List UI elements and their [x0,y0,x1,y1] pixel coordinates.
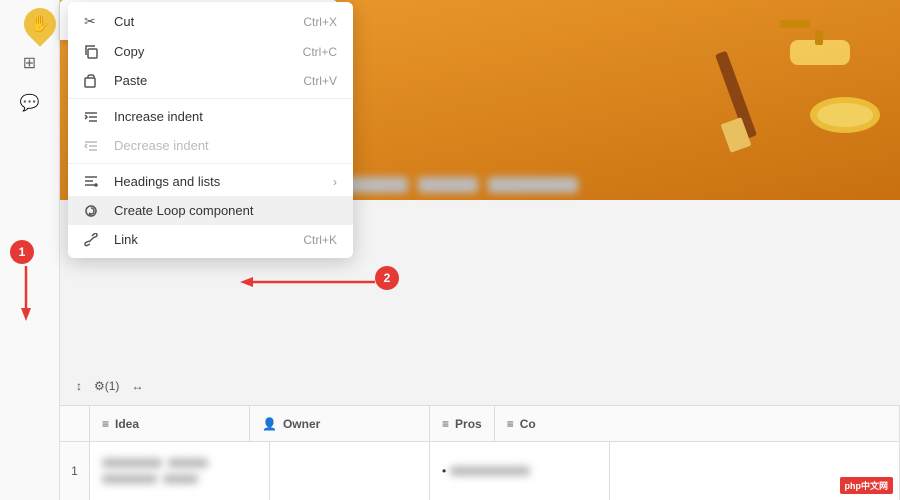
table-header: ≡ Idea 👤 Owner ≡ Pros ≡ Co [60,406,900,442]
menu-divider-2 [68,163,353,164]
menu-item-copy[interactable]: Copy Ctrl+C [68,37,353,66]
link-icon [84,233,104,247]
paste-shortcut: Ctrl+V [303,74,337,88]
idea-blur-1 [102,458,162,468]
headings-label: Headings and lists [114,174,333,189]
sort-icon: ↕ [76,379,82,393]
col-header-owner: 👤 Owner [250,406,430,441]
blurred-word-5 [488,177,578,193]
copy-shortcut: Ctrl+C [303,45,337,59]
menu-item-increase-indent[interactable]: Increase indent [68,102,353,131]
idea-col-icon: ≡ [102,417,109,431]
col-header-idea: ≡ Idea [90,406,250,441]
create-loop-label: Create Loop component [114,203,337,218]
filter-tool[interactable]: ⚙(1) [94,379,119,393]
cell-co[interactable]: php中文网 [610,442,900,500]
idea-blur-4 [163,474,198,484]
co-col-icon: ≡ [507,417,514,431]
filter-icon: ⚙(1) [94,379,119,393]
idea-blur-3 [102,474,157,484]
link-label: Link [114,232,303,247]
loop-icon [84,204,104,218]
pros-blur [450,466,530,476]
col-header-pros: ≡ Pros [430,406,495,441]
paste-icon [84,74,104,88]
owner-col-icon: 👤 [262,417,277,431]
context-menu: ✂ Cut Ctrl+X Copy Ctrl+C Paste Ctrl+V [68,2,353,258]
resize-tool[interactable]: ↔ [131,379,143,393]
pros-col-icon: ≡ [442,417,449,431]
blurred-word-4 [418,177,478,193]
row-number-1: 1 [60,442,90,500]
sidebar-chat-icon[interactable]: 💬 [12,85,48,121]
annotation-1-arrow [16,266,36,326]
copy-icon [84,45,104,59]
resize-icon: ↔ [131,379,143,393]
owner-col-label: Owner [283,417,320,431]
idea-blur-2 [168,458,208,468]
decrease-indent-label: Decrease indent [114,138,337,153]
idea-col-label: Idea [115,417,139,431]
menu-item-create-loop[interactable]: Create Loop component [68,196,353,225]
php-logo: php中文网 [840,477,894,494]
menu-item-decrease-indent[interactable]: Decrease indent [68,131,353,160]
menu-item-cut[interactable]: ✂ Cut Ctrl+X [68,6,353,37]
cut-shortcut: Ctrl+X [303,15,337,29]
table-area: ≡ Idea 👤 Owner ≡ Pros ≡ Co 1 [60,405,900,500]
menu-item-link[interactable]: Link Ctrl+K [68,225,353,254]
paste-label: Paste [114,73,303,88]
cut-label: Cut [114,14,303,29]
annotation-2-arrow [235,272,380,292]
tools-row: ↕ ⚙(1) ↔ [68,374,151,398]
increase-indent-label: Increase indent [114,109,337,124]
menu-divider-1 [68,98,353,99]
hand-cursor-icon: ✋ [30,14,50,34]
cell-owner[interactable] [270,442,430,500]
cell-pros[interactable]: • [430,442,610,500]
sort-tool[interactable]: ↕ [76,379,82,393]
menu-item-paste[interactable]: Paste Ctrl+V [68,66,353,95]
row-number-header [60,406,90,441]
col-header-co: ≡ Co [495,406,900,441]
annotation-1: 1 [10,240,34,264]
pros-content: • [442,464,530,478]
bullet-icon: • [442,464,446,478]
sidebar-grid-icon[interactable]: ⊞ [12,45,48,81]
cell-idea[interactable] [90,442,270,500]
headings-icon [84,175,104,189]
menu-item-headings-lists[interactable]: Headings and lists › [68,167,353,196]
co-col-label: Co [520,417,536,431]
idea-blurred-content [102,458,257,484]
pros-col-label: Pros [455,417,482,431]
copy-label: Copy [114,44,303,59]
decrease-indent-icon [84,139,104,153]
link-shortcut: Ctrl+K [303,233,337,247]
headings-arrow: › [333,175,337,189]
table-row: 1 • php中文网 [60,442,900,500]
increase-indent-icon [84,110,104,124]
cut-icon: ✂ [84,13,104,30]
